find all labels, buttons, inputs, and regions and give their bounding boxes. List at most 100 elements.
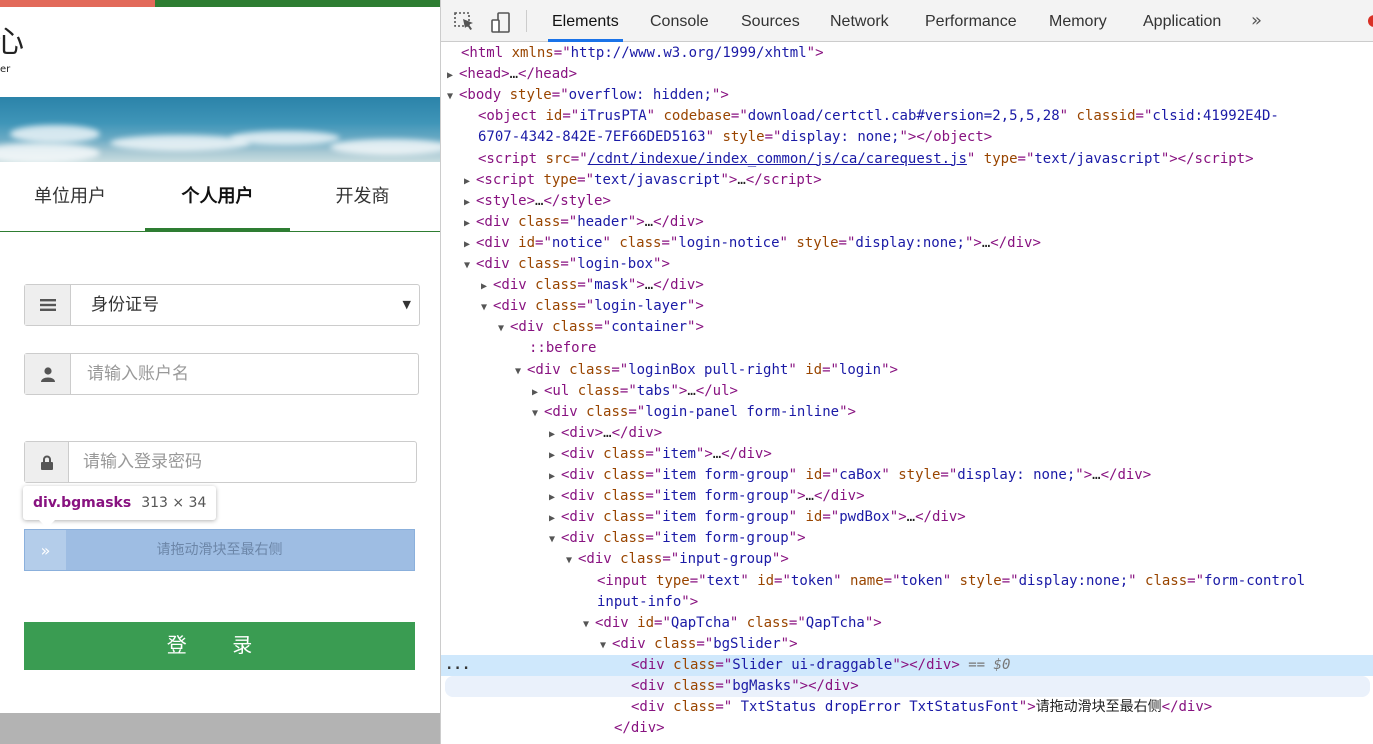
dom-node-line[interactable]: ▼ <div class="bgSlider"> — [441, 634, 1373, 655]
dom-node-line[interactable]: ▶ <div id="notice" class="login-notice" s… — [441, 233, 1373, 254]
dom-node-line[interactable]: ▼ <div class="login-panel form-inline"> — [441, 402, 1373, 423]
collapse-arrow-icon[interactable]: ▶ — [549, 424, 561, 445]
dom-node-line[interactable]: <script src="/cdnt/indexue/index_common/… — [441, 149, 1373, 170]
tab-network[interactable]: Network — [830, 0, 889, 42]
tab-memory[interactable]: Memory — [1049, 0, 1107, 42]
collapse-arrow-icon[interactable]: ▶ — [549, 466, 561, 487]
top-color-strip — [0, 0, 440, 7]
dom-node-code: <div class="header">…</div> — [476, 213, 704, 230]
tooltip-tag: div.bgmasks — [33, 495, 132, 511]
dom-node-line[interactable]: ▼ <body style="overflow: hidden;"> — [441, 85, 1373, 106]
dom-node-code: <div class="login-panel form-inline"> — [544, 403, 856, 420]
devtools-panel: Elements Console Sources Network Perform… — [440, 0, 1373, 744]
dom-node-line[interactable]: ▼ <div class="item form-group"> — [441, 528, 1373, 549]
collapse-arrow-icon[interactable]: ▶ — [464, 234, 476, 255]
dom-node-line[interactable]: ▼ <div class="container"> — [441, 317, 1373, 338]
dom-node-code: <script type="text/javascript">…</script… — [476, 171, 822, 188]
login-button[interactable]: 登 录 — [24, 622, 415, 670]
dom-node-line[interactable]: </div> — [441, 718, 1373, 739]
expand-arrow-icon[interactable]: ▼ — [600, 635, 612, 656]
dom-node-line[interactable]: ▼ <div class="input-group"> — [441, 549, 1373, 570]
tab-sources[interactable]: Sources — [741, 0, 800, 42]
error-indicator-icon[interactable] — [1368, 15, 1373, 27]
password-input[interactable] — [83, 442, 403, 482]
collapse-arrow-icon[interactable]: ▶ — [481, 276, 493, 297]
dom-node-line[interactable]: ▶ <div class="item form-group" id="caBox"… — [441, 465, 1373, 486]
tab-developer[interactable]: 开发商 — [290, 170, 435, 232]
node-menu-icon[interactable]: ... — [445, 655, 470, 676]
dom-node-line[interactable]: <object id="iTrusPTA" codebase="download… — [441, 106, 1373, 127]
expand-arrow-icon[interactable]: ▼ — [464, 255, 476, 276]
dom-node-line[interactable]: ▶ <head>…</head> — [441, 64, 1373, 85]
dom-node-line[interactable]: ::before — [441, 338, 1373, 359]
tab-performance[interactable]: Performance — [925, 0, 1017, 42]
footer-bar — [0, 713, 440, 744]
dom-node-line[interactable]: 6707-4342-842E-7EF66DED5163" style="disp… — [441, 127, 1373, 148]
dom-node-line[interactable]: <div class="Slider ui-draggable"></div> … — [441, 654, 1373, 676]
tab-unit-user[interactable]: 单位用户 — [0, 170, 140, 232]
tab-elements[interactable]: Elements — [548, 0, 623, 42]
collapse-arrow-icon[interactable]: ▶ — [464, 171, 476, 192]
collapse-arrow-icon[interactable]: ▶ — [532, 382, 544, 403]
expand-arrow-icon[interactable]: ▼ — [549, 529, 561, 550]
dom-node-line[interactable]: ▶ <div>…</div> — [441, 423, 1373, 444]
dom-node-code: <div id="QapTcha" class="QapTcha"> — [595, 614, 882, 631]
dom-node-line[interactable]: ▼ <div class="login-layer"> — [441, 296, 1373, 317]
dom-node-line[interactable]: ▶ <ul class="tabs">…</ul> — [441, 381, 1373, 402]
dom-node-code: <body style="overflow: hidden;"> — [459, 87, 729, 104]
dom-node-line[interactable]: ▼ <div class="login-box"> — [441, 254, 1373, 275]
dom-node-line[interactable]: ▶ <div class="mask">…</div> — [441, 275, 1373, 296]
dom-node-code: <head>…</head> — [459, 66, 578, 83]
collapse-arrow-icon[interactable]: ▶ — [447, 65, 459, 86]
expand-arrow-icon[interactable]: ▼ — [498, 318, 510, 339]
tab-application[interactable]: Application — [1143, 0, 1221, 42]
dom-node-line[interactable]: ▶ <script type="text/javascript">…</scrip… — [441, 170, 1373, 191]
dom-node-code: <div id="notice" class="login-notice" st… — [476, 234, 1041, 251]
dom-node-line[interactable]: ▶ <div class="header">…</div> — [441, 212, 1373, 233]
dom-node-code: <div class="container"> — [510, 319, 704, 336]
top-strip-red — [0, 0, 155, 7]
expand-arrow-icon[interactable]: ▼ — [481, 297, 493, 318]
dom-node-line[interactable]: <html xmlns="http://www.w3.org/1999/xhtm… — [441, 43, 1373, 64]
slider-handle[interactable]: » — [25, 530, 66, 570]
collapse-arrow-icon[interactable]: ▶ — [549, 508, 561, 529]
dom-node-line[interactable]: ▼ <div id="QapTcha" class="QapTcha"> — [441, 613, 1373, 634]
dom-node-code: <ul class="tabs">…</ul> — [544, 382, 738, 399]
account-input[interactable] — [87, 354, 407, 394]
toolbar-separator — [526, 10, 527, 32]
top-strip-green — [155, 0, 440, 7]
dom-node-code: <div class="item form-group"> — [561, 530, 806, 547]
dom-node-code: <script src="/cdnt/indexue/index_common/… — [478, 150, 1254, 167]
expand-arrow-icon[interactable]: ▼ — [447, 86, 459, 107]
dom-node-code: <div class="input-group"> — [578, 551, 789, 568]
collapse-arrow-icon[interactable]: ▶ — [549, 487, 561, 508]
dom-node-line[interactable]: ▼ <div class="loginBox pull-right" id="lo… — [441, 360, 1373, 381]
device-toolbar-icon[interactable] — [490, 12, 512, 33]
more-tabs-icon[interactable]: » — [1251, 10, 1262, 31]
user-type-tabs: 单位用户 个人用户 开发商 — [0, 170, 440, 232]
dom-node-code: <object id="iTrusPTA" codebase="download… — [478, 108, 1279, 125]
id-type-select[interactable]: 身份证号 ▼ — [24, 284, 420, 326]
dom-node-line[interactable]: ▶ <div class="item form-group" id="pwdBox… — [441, 507, 1373, 528]
tab-console[interactable]: Console — [650, 0, 709, 42]
dom-node-line[interactable]: ▶ <div class="item">…</div> — [441, 444, 1373, 465]
expand-arrow-icon[interactable]: ▼ — [583, 614, 595, 635]
collapse-arrow-icon[interactable]: ▶ — [549, 445, 561, 466]
dom-node-line[interactable]: ▶ <style>…</style> — [441, 191, 1373, 212]
dom-node-line[interactable]: <input type="text" id="token" name="toke… — [441, 571, 1373, 592]
dom-node-line[interactable]: <div class=" TxtStatus dropError TxtStat… — [441, 697, 1373, 718]
dom-node-line[interactable]: ▶ <div class="item form-group">…</div> — [441, 486, 1373, 507]
dom-node-line[interactable]: <div class="bgMasks"></div> — [445, 676, 1370, 697]
collapse-arrow-icon[interactable]: ▶ — [464, 192, 476, 213]
inspect-element-icon[interactable] — [454, 12, 476, 32]
list-icon — [25, 285, 71, 325]
expand-arrow-icon[interactable]: ▼ — [566, 550, 578, 571]
password-field — [24, 441, 417, 483]
dom-node-code: <div class="item">…</div> — [561, 445, 772, 462]
expand-arrow-icon[interactable]: ▼ — [532, 403, 544, 424]
collapse-arrow-icon[interactable]: ▶ — [464, 213, 476, 234]
dom-node-line[interactable]: input-info"> — [441, 592, 1373, 613]
tab-personal-user[interactable]: 个人用户 — [145, 170, 290, 232]
expand-arrow-icon[interactable]: ▼ — [515, 361, 527, 382]
dom-node-code: <div class="loginBox pull-right" id="log… — [527, 361, 898, 378]
